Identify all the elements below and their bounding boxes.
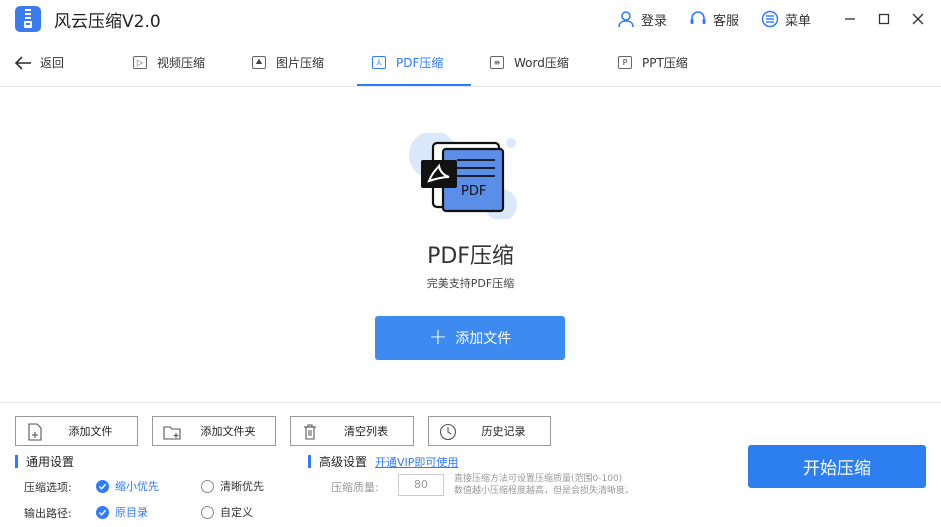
general-settings-title: 通用设置 (26, 455, 75, 469)
menu-label: 菜单 (784, 13, 811, 29)
close-icon (912, 13, 924, 25)
tab-word-label: Word压缩 (514, 55, 569, 70)
pdf-icon: ⅄ (372, 55, 386, 69)
service-button[interactable]: 客服 (689, 10, 739, 29)
add-file-button[interactable]: 添加文件 (15, 416, 138, 446)
add-folder-label: 添加文件夹 (200, 425, 256, 438)
history-button[interactable]: 历史记录 (428, 416, 551, 446)
maximize-button[interactable] (867, 0, 901, 38)
menu-button[interactable]: 菜单 (761, 10, 811, 29)
clear-list-label: 清空列表 (344, 425, 388, 438)
option-clear-radio[interactable]: 清晰优先 (201, 478, 264, 494)
option-clear-label: 清晰优先 (220, 480, 264, 493)
video-icon: ▷ (133, 55, 147, 69)
vip-link[interactable]: 开通VIP即可使用 (375, 454, 458, 470)
login-label: 登录 (640, 13, 667, 29)
login-button[interactable]: 登录 (617, 10, 667, 29)
nav-bar: 返回 ▷ 视频压缩 ⛰ 图片压缩 ⅄ PDF压缩 ≡ Word压缩 P PPT压… (0, 38, 941, 87)
user-icon (618, 11, 634, 28)
quality-description: 直接压缩方法可设置压缩质量(范围0-100) 数值越小压缩程度越高，但是会损失清… (454, 473, 714, 497)
minimize-button[interactable] (833, 0, 867, 38)
image-icon: ⛰ (252, 55, 266, 69)
output-path-label: 输出路径: (24, 507, 72, 520)
tab-video-label: 视频压缩 (157, 55, 206, 70)
arrow-left-icon (14, 55, 31, 70)
option-small-label: 缩小优先 (115, 480, 159, 493)
add-file-main-label: 添加文件 (455, 331, 512, 347)
output-original-label: 原目录 (115, 506, 148, 519)
tab-pdf-label: PDF压缩 (396, 55, 444, 70)
add-file-label: 添加文件 (68, 425, 113, 438)
app-title: 风云压缩V2.0 (54, 12, 161, 32)
back-button[interactable]: 返回 (14, 54, 64, 71)
back-label: 返回 (40, 56, 65, 70)
minimize-icon (845, 18, 855, 20)
headset-icon (690, 11, 706, 24)
app-logo-icon (15, 6, 41, 32)
add-file-main-button[interactable]: + 添加文件 (375, 316, 565, 360)
quality-label: 压缩质量: (331, 481, 379, 494)
quality-desc-line2: 数值越小压缩程度越高，但是会损失清晰度。 (454, 486, 635, 496)
panel-divider (0, 402, 941, 403)
tab-image-label: 图片压缩 (276, 55, 325, 70)
maximize-icon (878, 13, 890, 25)
quality-input[interactable]: 80 (398, 474, 444, 496)
tab-word[interactable]: ≡ Word压缩 (490, 38, 569, 86)
hero-subtitle: 完美支持PDF压缩 (426, 277, 515, 290)
compress-option-label: 压缩选项: (24, 481, 72, 494)
ppt-icon: P (618, 55, 632, 69)
advanced-settings-title: 高级设置 (319, 455, 368, 469)
title-bar: 风云压缩V2.0 登录 客服 菜单 (0, 0, 941, 38)
service-label: 客服 (712, 13, 739, 29)
advanced-settings-heading: 高级设置 开通VIP即可使用 (308, 453, 458, 470)
tab-pdf[interactable]: ⅄ PDF压缩 (372, 38, 443, 86)
output-custom-radio[interactable]: 自定义 (201, 504, 253, 520)
option-small-radio[interactable]: 缩小优先 (96, 478, 159, 494)
tab-ppt[interactable]: P PPT压缩 (618, 38, 688, 86)
quality-desc-line1: 直接压缩方法可设置压缩质量(范围0-100) (454, 474, 623, 484)
general-settings-heading: 通用设置 (15, 453, 74, 470)
history-label: 历史记录 (481, 425, 526, 438)
output-original-radio[interactable]: 原目录 (96, 504, 148, 520)
close-button[interactable] (901, 0, 935, 38)
plus-icon: + (428, 325, 448, 350)
pdf-document-icon: PDF (409, 133, 517, 219)
tab-image[interactable]: ⛰ 图片压缩 (252, 38, 324, 86)
clear-list-button[interactable]: 清空列表 (290, 416, 414, 446)
pdf-icon-text: PDF (461, 184, 486, 199)
tab-ppt-label: PPT压缩 (642, 55, 688, 70)
check-icon (98, 483, 107, 490)
output-custom-label: 自定义 (220, 506, 253, 519)
add-folder-button[interactable]: 添加文件夹 (152, 416, 276, 446)
menu-icon (761, 10, 779, 28)
check-icon (98, 509, 107, 516)
hero-title: PDF压缩 (427, 244, 514, 269)
word-icon: ≡ (490, 55, 504, 69)
tab-video[interactable]: ▷ 视频压缩 (133, 38, 205, 86)
active-tab-indicator (357, 84, 471, 86)
start-compress-button[interactable]: 开始压缩 (748, 445, 926, 488)
